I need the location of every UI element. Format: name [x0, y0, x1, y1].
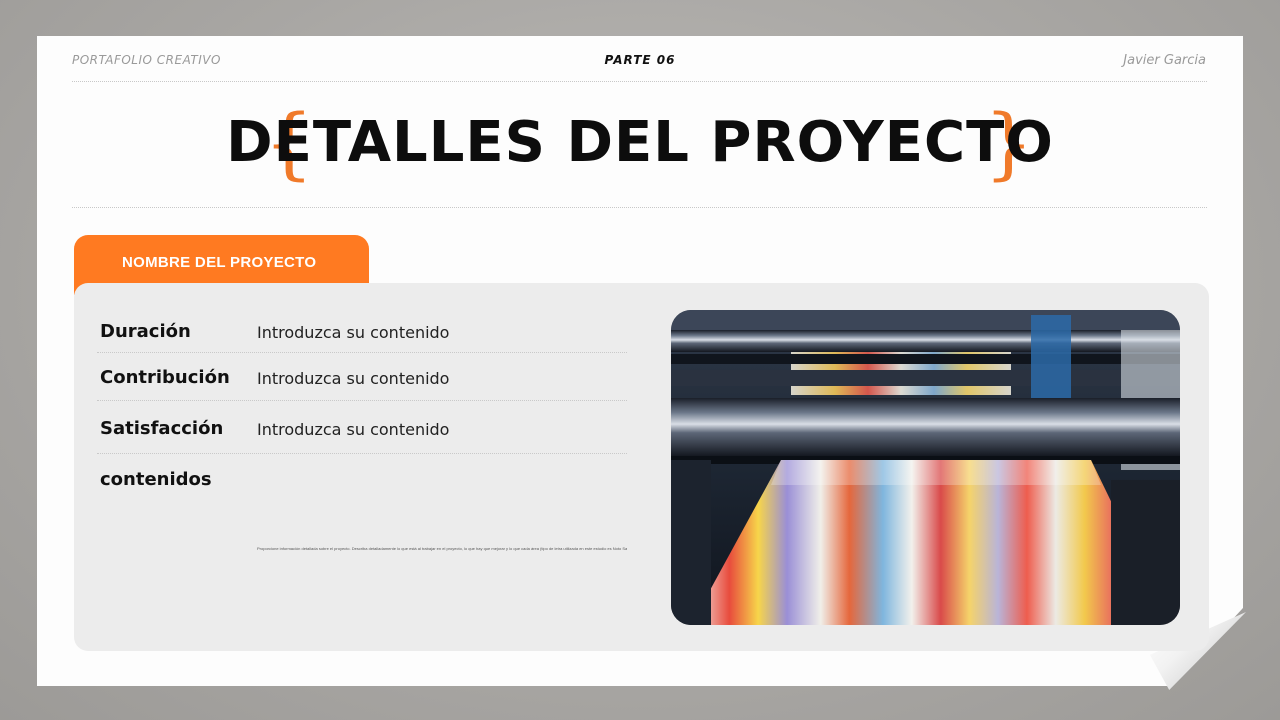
header-author-label: Javier Garcia [1123, 53, 1206, 68]
title-divider [72, 207, 1207, 208]
detail-separator [97, 400, 627, 401]
detail-label-contents: contenidos [100, 469, 212, 490]
detail-separator [97, 453, 627, 454]
detail-value-duration: Introduzca su contenido [257, 323, 450, 342]
detail-label-satisfaction: Satisfacción [100, 418, 224, 439]
detail-separator [97, 352, 627, 353]
detail-value-satisfaction: Introduzca su contenido [257, 420, 450, 439]
header-section-label: PARTE 06 [604, 53, 676, 67]
project-description: Proporcione información detallada sobre … [257, 546, 627, 551]
header-divider [72, 81, 1207, 82]
project-name-label: NOMBRE DEL PROYECTO [122, 254, 317, 271]
page-title: DETALLES DEL PROYECTO [226, 110, 1054, 175]
detail-label-duration: Duración [100, 321, 191, 342]
detail-label-contribution: Contribución [100, 367, 230, 388]
printing-press-image [671, 310, 1180, 625]
detail-value-contribution: Introduzca su contenido [257, 369, 450, 388]
